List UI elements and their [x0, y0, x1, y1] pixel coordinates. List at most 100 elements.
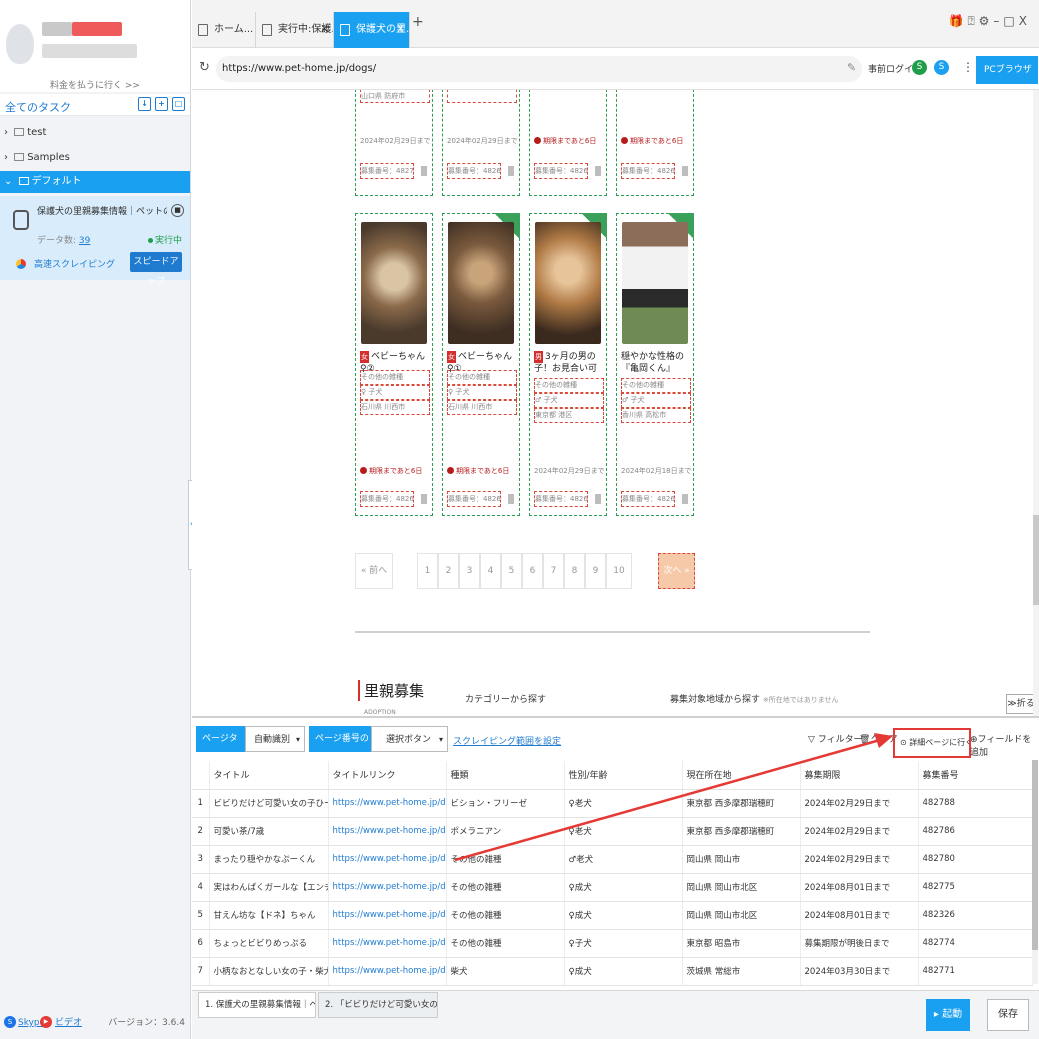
category-search-label[interactable]: カテゴリーから探す [465, 692, 546, 705]
add-field-button[interactable]: ⊕フィールドを追加 [970, 732, 1039, 758]
table-cell[interactable]: 2024年03月30日まで [800, 957, 919, 986]
table-cell[interactable]: https://www.pet-home.jp/dogs/okaya... [328, 901, 447, 930]
table-cell[interactable]: 実はわんぱくガールな【エンチャン... [209, 873, 329, 902]
bookmark-icon[interactable] [595, 494, 601, 504]
start-button[interactable]: ▸ 起動 [926, 999, 970, 1031]
step-tab-1[interactable]: 1. 保護犬の里親募集情報｜ペット... [198, 992, 316, 1018]
fold-button[interactable]: ≫折る [1006, 694, 1036, 714]
all-tasks-title[interactable]: 全てのタスク [5, 99, 71, 115]
table-cell[interactable]: ポメラニアン [446, 817, 565, 846]
card-title[interactable]: 穏やかな性格の『亀岡くん』 [621, 351, 691, 375]
table-cell[interactable]: ♀成犬 [564, 873, 683, 902]
tree-folder-test[interactable]: › test [0, 122, 190, 144]
table-cell[interactable]: 2024年02月29日まで [800, 845, 919, 874]
page-button[interactable]: 2 [438, 553, 459, 589]
column-header[interactable]: 現在所在地 [682, 761, 801, 790]
status-green-icon[interactable]: S [912, 60, 927, 75]
column-header[interactable]: 募集番号 [918, 761, 1033, 790]
page-button[interactable]: 5 [501, 553, 522, 589]
table-cell[interactable]: その他の雑種 [446, 845, 565, 874]
speed-up-button[interactable]: スピードアップ [130, 252, 182, 287]
table-row[interactable]: 6ちょっとビビりめっぷるhttps://www.pet-home.jp/dogs… [192, 929, 1033, 958]
filter-button[interactable]: ▽ フィルター [808, 732, 863, 745]
table-cell[interactable]: 甘えん坊な【ドネ】ちゃん [209, 901, 329, 930]
table-cell[interactable]: ♀子犬 [564, 929, 683, 958]
page-button[interactable]: 1 [417, 553, 438, 589]
page-button[interactable]: 7 [543, 553, 564, 589]
prev-page-button[interactable]: « 前へ [355, 553, 393, 589]
table-cell[interactable]: 482326 [918, 901, 1033, 930]
page-type-select[interactable]: 自動識別 ▾ [245, 726, 305, 752]
table-cell[interactable]: ビション・フリーゼ [446, 789, 565, 818]
new-task-icon[interactable]: + [155, 97, 168, 111]
table-cell[interactable]: https://www.pet-home.jp/dogs/okaya... [328, 845, 447, 874]
skype-icon[interactable]: S [4, 1016, 16, 1028]
table-cell[interactable]: ♀老犬 [564, 789, 683, 818]
pay-link[interactable]: 料金を払うに行く >> [0, 78, 190, 91]
table-cell[interactable]: その他の雑種 [446, 873, 565, 902]
reload-icon[interactable]: ↻ [199, 60, 210, 75]
tree-folder-samples[interactable]: › Samples [0, 147, 190, 169]
table-cell[interactable]: 東京都 昭島市 [682, 929, 801, 958]
table-cell[interactable]: 募集期限が明後日まで [800, 929, 919, 958]
area-search-label[interactable]: 募集対象地域から探す ※所在地ではありません [670, 692, 839, 705]
dog-photo[interactable] [448, 222, 514, 344]
bookmark-icon[interactable] [682, 494, 688, 504]
table-cell[interactable]: 東京都 西多摩郡瑞穂町 [682, 817, 801, 846]
table-cell[interactable]: 柴犬 [446, 957, 565, 986]
table-cell[interactable]: 482775 [918, 873, 1033, 902]
listing-card[interactable]: 山口県 防府市 2024年02月29日まで 募集番号：48270... [355, 90, 433, 196]
import-task-icon[interactable]: ↓ [138, 97, 151, 111]
listing-card[interactable]: 2024年02月29日まで 募集番号：48269... [442, 90, 520, 196]
close-icon[interactable]: X [397, 12, 404, 48]
set-range-link[interactable]: スクレイピング範囲を設定 [453, 734, 561, 747]
listing-card[interactable]: 女ベビーちゃん♀① その他の雑種 ♀ 子犬 石川県 川西市 期限まであと6日 募… [442, 213, 520, 516]
window-controls[interactable]: 🎁⍰⚙–□X [949, 14, 1031, 29]
edit-icon[interactable]: ✎ [847, 61, 856, 74]
table-cell[interactable]: 2024年02月29日まで [800, 789, 919, 818]
bookmark-icon[interactable] [682, 166, 688, 176]
page-button[interactable]: 4 [480, 553, 501, 589]
save-button[interactable]: 保存 [987, 999, 1029, 1031]
table-row[interactable]: 2可愛い茶/7歳https://www.pet-home.jp/dogs/tok… [192, 817, 1033, 846]
table-cell[interactable]: その他の雑種 [446, 929, 565, 958]
listing-card[interactable]: 穏やかな性格の『亀岡くん』 その他の雑種 ♂ 子犬 香川県 高松市 2024年0… [616, 213, 694, 516]
table-scrollbar[interactable] [1032, 760, 1038, 984]
column-header[interactable]: 種類 [446, 761, 565, 790]
step-tab-2[interactable]: 2. 「ビビりだけど可愛い女の子...」... [318, 992, 438, 1018]
table-cell[interactable]: 482786 [918, 817, 1033, 846]
column-header[interactable]: 募集期限 [800, 761, 919, 790]
table-cell[interactable]: 可愛い茶/7歳 [209, 817, 329, 846]
tree-folder-default[interactable]: ⌄ デフォルト [0, 171, 190, 193]
table-cell[interactable]: ♂老犬 [564, 845, 683, 874]
table-cell[interactable]: 482771 [918, 957, 1033, 986]
card-title[interactable]: 男3ヶ月の男の子！お見合い可能です！ [534, 351, 604, 375]
pagination-select[interactable]: 選択ボタン ▾ [371, 726, 448, 752]
table-cell[interactable]: https://www.pet-home.jp/dogs/tokyo/... [328, 789, 447, 818]
table-row[interactable]: 3まったり穏やかなぷーくんhttps://www.pet-home.jp/dog… [192, 845, 1033, 874]
clear-button[interactable]: 🗑クリア [859, 732, 897, 745]
close-icon[interactable]: X [321, 12, 328, 48]
bookmark-icon[interactable] [421, 494, 427, 504]
new-tab-button[interactable]: + [412, 14, 424, 30]
data-count-value[interactable]: 39 [79, 236, 90, 246]
video-icon[interactable]: ▶ [40, 1016, 52, 1028]
page-button[interactable]: 8 [564, 553, 585, 589]
page-scrollbar[interactable] [1033, 90, 1039, 716]
stop-icon[interactable]: ■ [171, 204, 184, 217]
table-cell[interactable]: 東京都 西多摩郡瑞穂町 [682, 789, 801, 818]
webpage-viewport[interactable]: 山口県 防府市 2024年02月29日まで 募集番号：48270... 2024… [192, 90, 1039, 716]
page-button[interactable]: 6 [522, 553, 543, 589]
page-button[interactable]: 9 [585, 553, 606, 589]
next-page-button[interactable]: 次へ » [658, 553, 695, 589]
column-header[interactable]: タイトル [209, 761, 329, 790]
table-cell[interactable]: 482788 [918, 789, 1033, 818]
table-cell[interactable]: https://www.pet-home.jp/dogs/okaya... [328, 873, 447, 902]
table-cell[interactable]: 482774 [918, 929, 1033, 958]
table-cell[interactable]: https://www.pet-home.jp/dogs/tokyo/... [328, 929, 447, 958]
status-blue-icon[interactable]: S [934, 60, 949, 75]
table-cell[interactable]: ♀成犬 [564, 901, 683, 930]
video-link[interactable]: ビデオ [55, 1011, 82, 1035]
pc-browser-select[interactable]: PCブラウザ ▾ [976, 56, 1038, 103]
avatar[interactable] [6, 24, 34, 64]
